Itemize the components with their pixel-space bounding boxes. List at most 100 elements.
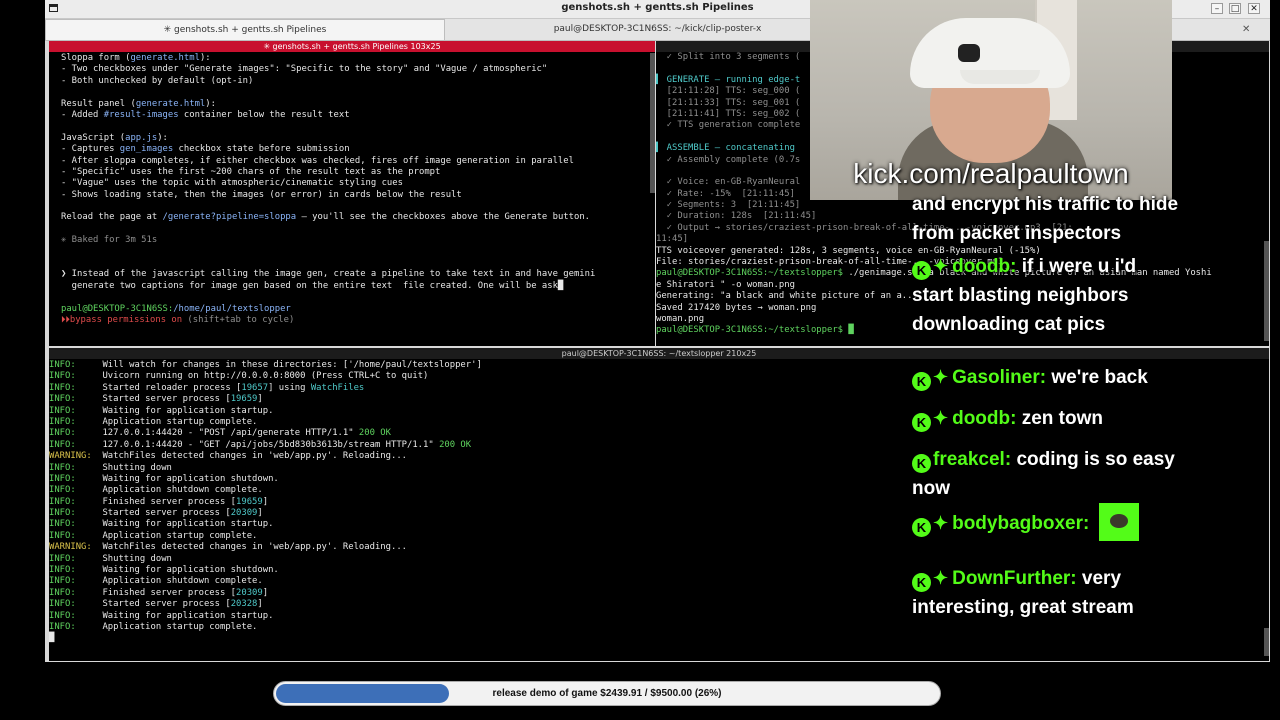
- sub-badge-icon: ✦: [933, 513, 949, 533]
- terminal-text: Started reloader process [: [102, 382, 242, 393]
- terminal-text: ✓ Voice: en-GB-RyanNeural: [656, 177, 801, 188]
- chat-message: K ✦ doodb: zen town: [912, 404, 1182, 433]
- terminal-text: INFO:: [49, 382, 103, 393]
- terminal-text: Shutting down: [102, 553, 172, 564]
- terminal-text: ✓ Duration: 128s [21:11:45]: [656, 211, 817, 222]
- terminal-text: 200 OK: [439, 439, 472, 450]
- terminal-text: paul@DESKTOP-3C1N6SS:~/textslopper$: [656, 268, 849, 279]
- terminal-text: WARNING:: [49, 542, 103, 553]
- terminal-text: █: [49, 633, 55, 644]
- terminal-line: ❯ Instead of the javascript calling the …: [61, 269, 655, 280]
- terminal-text: INFO:: [49, 519, 103, 530]
- terminal-text: - "Specific" uses the first ~200 chars o…: [61, 166, 441, 177]
- tab-clip-poster[interactable]: paul@DESKTOP-3C1N6SS: ~/kick/clip-poster…: [445, 19, 870, 40]
- terminal-line: - Two checkboxes under "Generate images"…: [61, 64, 655, 75]
- terminal-text: - Both unchecked by default (opt-in): [61, 75, 254, 86]
- terminal-line: █: [49, 633, 1269, 644]
- terminal-text: Waiting for application startup.: [102, 519, 274, 530]
- scrollbar[interactable]: [1264, 241, 1269, 341]
- terminal-text: INFO:: [49, 473, 103, 484]
- terminal-text: ✓ Assembly complete (0.7s: [656, 154, 801, 165]
- terminal-text: ]: [257, 508, 263, 519]
- terminal-text: 20309: [230, 508, 258, 519]
- terminal-text: WatchFiles detected changes in 'web/app.…: [102, 451, 407, 462]
- terminal-text: INFO:: [49, 587, 103, 598]
- pane-output: Sloppa form (generate.html): - Two checkb…: [49, 53, 655, 346]
- terminal-text: Application startup complete.: [102, 621, 258, 632]
- terminal-text: INFO:: [49, 462, 103, 473]
- terminal-line: - Shows loading state, then the images (…: [61, 190, 655, 201]
- pane-claude-session[interactable]: ✳ genshots.sh + gentts.sh Pipelines 103x…: [49, 41, 655, 346]
- webcam-cap-brim: [960, 70, 1040, 84]
- maximize-button[interactable]: □: [1229, 3, 1241, 14]
- chat-message: and encrypt his traffic to hide from pac…: [912, 190, 1182, 248]
- terminal-text: generate two captions for image gen base…: [61, 280, 564, 291]
- terminal-text: ):: [199, 53, 211, 63]
- terminal-line: - "Vague" uses the topic with atmospheri…: [61, 178, 655, 189]
- terminal-text: INFO:: [49, 553, 103, 564]
- chat-message: K ✦ bodybagboxer:: [912, 503, 1182, 541]
- terminal-text: INFO:: [49, 576, 103, 587]
- tab-pipelines[interactable]: ✳ genshots.sh + gentts.sh Pipelines: [45, 19, 445, 40]
- terminal-text: INFO:: [49, 485, 103, 496]
- terminal-text: Started server process [: [102, 394, 231, 405]
- chat-message: K ✦ Gasoliner: we're back: [912, 363, 1182, 392]
- terminal-text: Application startup complete.: [102, 530, 258, 541]
- terminal-text: Started server process [: [102, 508, 231, 519]
- kick-badge-icon: K: [912, 372, 931, 391]
- terminal-text: 127.0.0.1:44420 - "POST /api/generate HT…: [102, 428, 359, 439]
- terminal-text: paul@DESKTOP-3C1N6SS:~/textslopper$ █: [656, 325, 854, 336]
- scrollbar[interactable]: [1264, 628, 1269, 656]
- terminal-line: - After sloppa completes, if either chec…: [61, 156, 655, 167]
- terminal-text: Application shutdown complete.: [102, 576, 263, 587]
- terminal-text: app.js: [125, 132, 158, 143]
- terminal-text: Generating: "a black and white picture o…: [656, 291, 918, 302]
- terminal-line: INFO: Application startup complete.: [49, 622, 1269, 633]
- kick-badge-icon: K: [912, 518, 931, 537]
- terminal-text: e Shiratori " -o woman.png: [656, 279, 795, 290]
- terminal-text: INFO:: [49, 530, 103, 541]
- terminal-text: ]: [257, 394, 263, 405]
- terminal-text: WARNING:: [49, 451, 103, 462]
- chat-emote-icon: [1098, 503, 1139, 541]
- terminal-line: - Both unchecked by default (opt-in): [61, 76, 655, 87]
- terminal-text: (shift+tab to cycle): [182, 314, 295, 325]
- terminal-text: [21:11:41] TTS: seg_002 (: [656, 108, 801, 119]
- chat-text: and encrypt his traffic to hide from pac…: [912, 194, 1179, 244]
- minimize-button[interactable]: –: [1211, 3, 1223, 14]
- terminal-text: Uvicorn running on: [102, 371, 204, 382]
- terminal-text: Waiting for application shutdown.: [102, 565, 279, 576]
- chat-username: doodb:: [952, 256, 1017, 277]
- terminal-text: /generate?pipeline=sloppa: [162, 212, 297, 223]
- donation-goal-label: release demo of game $2439.91 / $9500.00…: [492, 688, 722, 699]
- terminal-text: Finished server process [: [102, 587, 237, 598]
- chat-username: Gasoliner:: [952, 367, 1047, 388]
- scrollbar[interactable]: [650, 53, 655, 193]
- terminal-text: INFO:: [49, 599, 103, 610]
- terminal-text: 11:45]: [656, 234, 689, 245]
- terminal-text: ⏵⏵: [61, 314, 70, 325]
- close-button[interactable]: ✕: [1248, 3, 1260, 14]
- terminal-line: JavaScript (app.js):: [61, 133, 655, 144]
- terminal-line: Reload the page at /generate?pipeline=sl…: [61, 212, 655, 223]
- pane-header: paul@DESKTOP-3C1N6SS: ~/textslopper 210x…: [49, 348, 1269, 359]
- tab-close-icon[interactable]: ✕: [1242, 24, 1250, 35]
- terminal-text: Waiting for application startup.: [102, 610, 274, 621]
- terminal-text: ✓ Segments: 3 [21:11:45]: [656, 200, 801, 211]
- terminal-text: Reload the page at: [61, 212, 163, 223]
- terminal-text: ✓ Rate: -15% [21:11:45]: [656, 188, 795, 199]
- terminal-text: Application shutdown complete.: [102, 485, 263, 496]
- terminal-line: generate two captions for image gen base…: [61, 281, 655, 292]
- terminal-text: container below the result text: [178, 109, 350, 120]
- pane-header: ✳ genshots.sh + gentts.sh Pipelines 103x…: [49, 41, 655, 52]
- terminal-text: ✓ TTS generation complete: [656, 120, 801, 131]
- terminal-line: ⏵⏵bypass permissions on (shift+tab to cy…: [61, 315, 655, 326]
- terminal-text: 127.0.0.1:44420 - "GET /api/jobs/5bd830b…: [102, 439, 440, 450]
- terminal-text: - Captures: [61, 144, 120, 155]
- chat-username: bodybagboxer:: [952, 513, 1090, 534]
- terminal-line: Result panel (generate.html):: [61, 99, 655, 110]
